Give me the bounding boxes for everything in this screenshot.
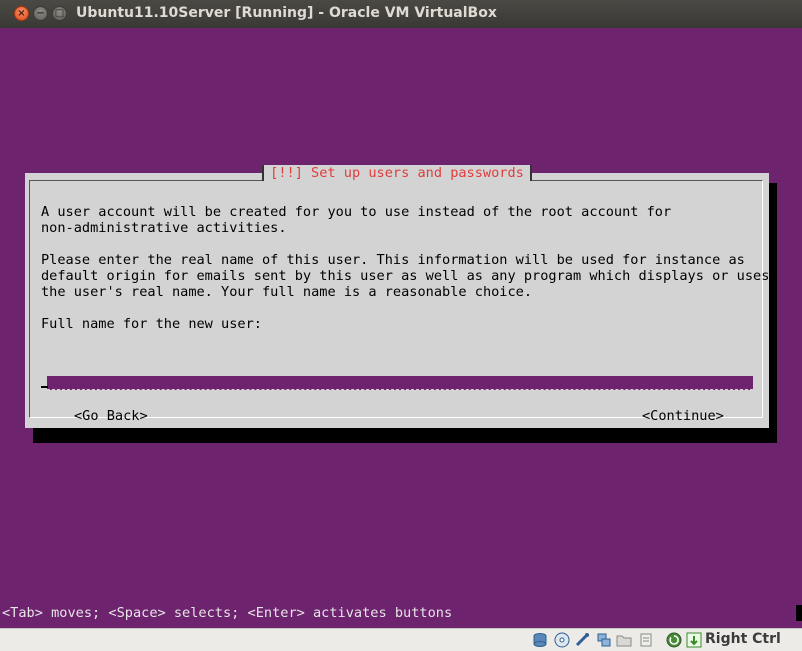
vm-screen[interactable]: [!!] Set up users and passwords A user a… (0, 28, 802, 628)
minimize-window-button[interactable]: − (33, 6, 48, 21)
optical-drive-icon[interactable] (554, 632, 570, 648)
setup-users-dialog: [!!] Set up users and passwords A user a… (25, 165, 770, 428)
dialog-text-line: the user's real name. Your full name is … (41, 284, 533, 300)
host-key-label: Right Ctrl (705, 631, 781, 647)
usb-icon[interactable] (574, 632, 590, 648)
console-cursor-block (796, 605, 802, 621)
recording-icon[interactable] (666, 632, 682, 648)
status-bar: Right Ctrl (0, 628, 802, 651)
close-window-button[interactable]: × (14, 6, 29, 21)
virtualbox-window: × − □ Ubuntu11.10Server [Running] - Orac… (0, 0, 802, 651)
hard-disk-icon[interactable] (532, 632, 548, 648)
mouse-integration-icon[interactable] (686, 632, 702, 648)
dialog-text-line: A user account will be created for you t… (41, 204, 672, 220)
window-title: Ubuntu11.10Server [Running] - Oracle VM … (76, 5, 497, 21)
full-name-input[interactable] (47, 376, 753, 390)
text-cursor (41, 386, 48, 388)
maximize-window-button[interactable]: □ (52, 6, 67, 21)
dialog-text-line: non-administrative activities. (41, 220, 287, 236)
display-icon[interactable] (638, 632, 654, 648)
dialog-title-text: [!!] Set up users and passwords (262, 165, 532, 181)
go-back-button[interactable]: <Go Back> (74, 408, 148, 424)
dialog-title: [!!] Set up users and passwords (25, 165, 769, 189)
help-line: <Tab> moves; <Space> selects; <Enter> ac… (2, 605, 453, 621)
shared-folder-icon[interactable] (616, 632, 632, 648)
dialog-text-line: Please enter the real name of this user.… (41, 252, 745, 268)
network-icon[interactable] (596, 632, 612, 648)
title-bar[interactable]: × − □ Ubuntu11.10Server [Running] - Orac… (0, 0, 802, 29)
dialog-text-line: default origin for emails sent by this u… (41, 268, 770, 284)
continue-button[interactable]: <Continue> (642, 408, 724, 424)
full-name-label: Full name for the new user: (41, 316, 262, 332)
